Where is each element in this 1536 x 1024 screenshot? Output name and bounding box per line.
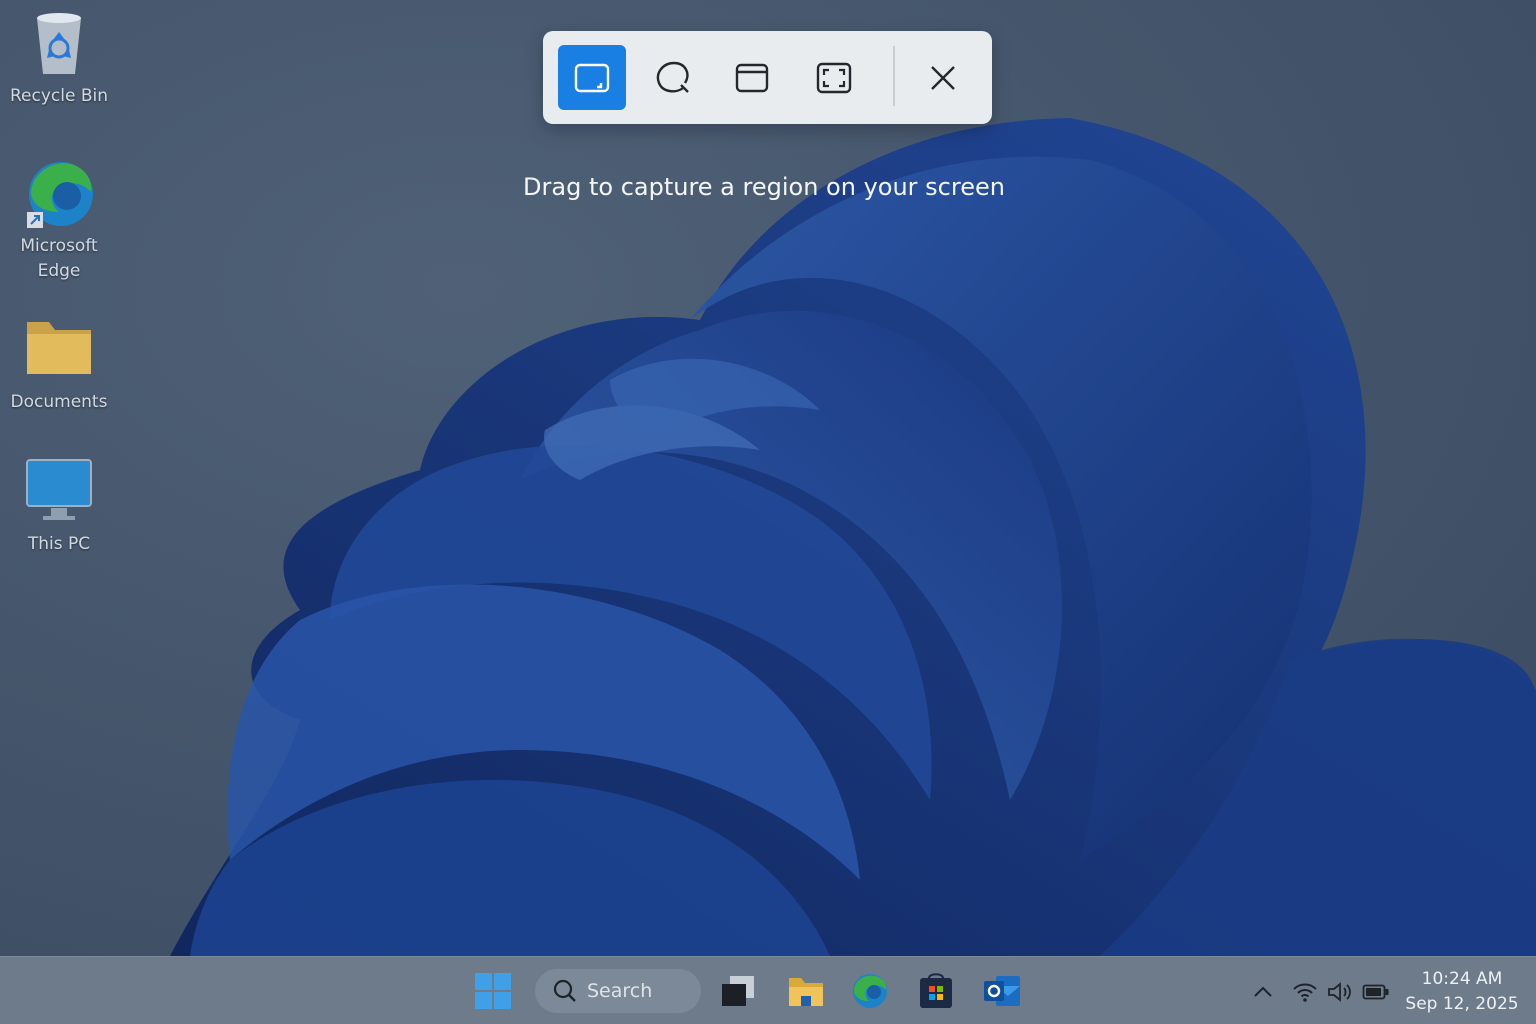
snipping-toolbar: [543, 31, 992, 124]
volume-button[interactable]: [1327, 979, 1355, 1005]
store-icon: [920, 973, 952, 1008]
recycle-bin-icon: [23, 8, 95, 80]
desktop-icon-this-pc[interactable]: This PC: [4, 456, 114, 557]
search-label: Search: [587, 980, 653, 1002]
toolbar-divider: [893, 46, 895, 106]
freeform-mode-button[interactable]: [639, 45, 707, 110]
desktop-icon-documents[interactable]: Documents: [4, 314, 114, 415]
wifi-icon: [1293, 983, 1317, 1002]
outlook-button[interactable]: [982, 971, 1022, 1011]
folder-icon: [23, 314, 95, 386]
fullscreen-mode-button[interactable]: [800, 45, 868, 110]
speaker-icon: [1328, 982, 1351, 1002]
battery-icon: [1362, 984, 1389, 1000]
taskbar-clock[interactable]: 10:24 AM Sep 12, 2025: [1400, 967, 1524, 1017]
taskbar: Search 10:24 AM Sep 12, 2025: [0, 956, 1536, 1024]
chevron-up-icon: [1254, 986, 1272, 997]
desktop[interactable]: Recycle Bin Microsoft Edge Documents Thi…: [0, 0, 1536, 1024]
file-explorer-icon: [789, 978, 823, 1006]
rectangle-snip-icon: [574, 63, 610, 92]
start-button[interactable]: [473, 971, 513, 1011]
clock-date: Sep 12, 2025: [1405, 994, 1519, 1014]
desktop-icon-recycle-bin[interactable]: Recycle Bin: [4, 8, 114, 109]
store-button[interactable]: [916, 971, 956, 1011]
wifi-button[interactable]: [1291, 979, 1319, 1005]
window-mode-button[interactable]: [718, 45, 786, 110]
close-snip-button[interactable]: [909, 45, 977, 110]
close-icon: [931, 65, 955, 90]
desktop-icon-label: Documents: [10, 392, 108, 412]
screen-dim-overlay: [0, 0, 1536, 956]
clock-time: 10:24 AM: [1421, 969, 1503, 989]
task-view-icon: [722, 976, 754, 1006]
outlook-icon: [984, 976, 1020, 1006]
battery-button[interactable]: [1362, 979, 1390, 1005]
edge-taskbar-button[interactable]: [850, 971, 890, 1011]
snip-hint-text: Drag to capture a region on your screen: [523, 173, 1005, 201]
desktop-icon-label: This PC: [27, 534, 91, 554]
task-view-button[interactable]: [718, 971, 758, 1011]
freeform-snip-icon: [656, 61, 689, 93]
file-explorer-button[interactable]: [786, 971, 826, 1011]
search-icon: [553, 979, 576, 1002]
desktop-icon-label: Microsoft Edge: [20, 236, 98, 281]
show-hidden-icons-button[interactable]: [1249, 979, 1277, 1005]
desktop-icon-label: Recycle Bin: [9, 86, 108, 106]
fullscreen-snip-icon: [816, 62, 852, 93]
start-icon: [475, 973, 511, 1009]
edge-icon: [853, 974, 887, 1008]
window-snip-icon: [735, 63, 769, 92]
taskbar-search-box[interactable]: Search: [535, 969, 701, 1013]
monitor-icon: [23, 456, 95, 528]
rectangle-mode-button[interactable]: [558, 45, 626, 110]
